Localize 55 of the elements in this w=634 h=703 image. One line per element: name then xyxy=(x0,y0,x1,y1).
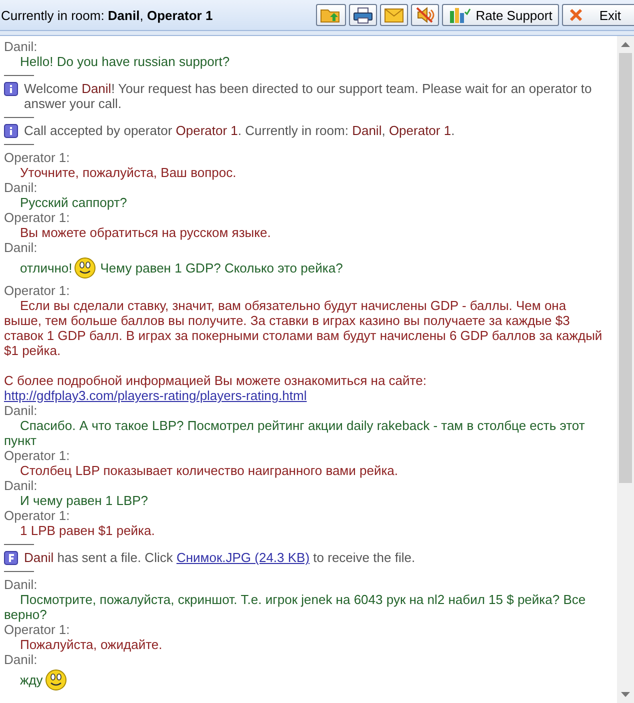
smiley-icon xyxy=(74,257,96,279)
sender-name: Danil: xyxy=(4,240,38,255)
message-text: отлично! xyxy=(20,260,72,276)
message-text: Спасибо. А что такое LBP? Посмотрел рейтинг акции daily rakeback - там в столбце есть этот пункт xyxy=(4,418,585,448)
message-text: Пожалуйста, ожидайте. xyxy=(20,637,162,652)
email-button[interactable] xyxy=(380,4,408,26)
message-text: Посмотрите, пожалуйста, скриншот. Т.е. игрок jenek на 6043 рук на nl2 набил 15 $ рейка? Все верно? xyxy=(4,592,586,622)
close-icon xyxy=(569,8,584,22)
message-text: 1 LPB равен $1 рейка. xyxy=(20,523,155,538)
scrollbar[interactable] xyxy=(617,36,634,703)
printer-icon xyxy=(352,6,373,24)
system-message: Call accepted by operator Operator 1. Currently in room: Danil, Operator 1. xyxy=(24,123,455,138)
send-file-button[interactable] xyxy=(316,4,346,26)
message-text: Уточните, пожалуйста, Ваш вопрос. xyxy=(20,165,236,180)
rate-support-button[interactable]: Rate Support xyxy=(442,4,560,26)
message-text: Вы можете обратиться на русском языке. xyxy=(20,225,271,240)
room-status: Currently in room: Danil, Operator 1 xyxy=(0,8,213,22)
sender-name: Danil: xyxy=(4,39,38,54)
sender-name: Operator 1: xyxy=(4,283,71,298)
message-text: С более подробной информацией Вы можете ознакомиться на сайте: xyxy=(4,373,426,388)
folder-icon xyxy=(320,7,342,23)
file-link[interactable]: Снимок.JPG (24.3 KB) xyxy=(176,550,310,565)
sender-name: Operator 1: xyxy=(4,150,71,165)
sound-button[interactable] xyxy=(410,4,439,26)
sender-name: Operator 1: xyxy=(4,508,71,523)
bar-chart-icon xyxy=(448,6,471,24)
info-icon xyxy=(4,124,18,138)
scroll-up-icon xyxy=(621,42,630,47)
print-button[interactable] xyxy=(348,4,377,26)
link[interactable]: http://gdfplay3.com/players-rating/players-rating.html xyxy=(4,388,307,403)
system-message: Danil has sent a file. Click Снимок.JPG (24.3 KB) to receive the file. xyxy=(24,550,416,565)
info-icon xyxy=(4,82,18,96)
smiley-icon xyxy=(44,669,67,691)
sender-name: Danil: xyxy=(4,577,38,592)
message-text: Чему равен 1 GDP? Сколько это рейка? xyxy=(100,260,343,276)
sender-name: Danil: xyxy=(4,180,38,195)
message-text: жду xyxy=(20,672,43,688)
sender-name: Danil: xyxy=(4,403,38,418)
scroll-thumb[interactable] xyxy=(619,53,632,483)
sender-name: Operator 1: xyxy=(4,210,71,225)
speaker-muted-icon xyxy=(414,6,435,24)
sender-name: Operator 1: xyxy=(4,622,71,637)
scroll-down-icon xyxy=(621,692,630,697)
message-text: Русский саппорт? xyxy=(20,195,128,210)
sender-name: Operator 1: xyxy=(4,448,71,463)
system-message: Welcome Danil! Your request has been directed to our support team. Please wait for an operator to answer your call. xyxy=(24,81,593,111)
sender-name: Danil: xyxy=(4,652,38,667)
message-text: Hello! Do you have russian support? xyxy=(20,54,230,69)
exit-button[interactable]: Exit xyxy=(562,4,634,26)
message-text: И чему равен 1 LBP? xyxy=(20,493,148,508)
envelope-icon xyxy=(384,8,404,22)
file-icon xyxy=(4,551,18,565)
sender-name: Danil: xyxy=(4,478,38,493)
message-text: Если вы сделали ставку, значит, вам обязательно будут начислены GDP - баллы. Чем она выше, тем больше баллов вы получите. За ставки в играх казино вы получаете за каждые $3 ставок 1 GDP балл. В играх за покерными столами вам будут начислены 6 GDP баллов за каждый $1 рейка. xyxy=(4,298,602,358)
message-text: Столбец LBP показывает количество наигранного вами рейка. xyxy=(20,463,398,478)
